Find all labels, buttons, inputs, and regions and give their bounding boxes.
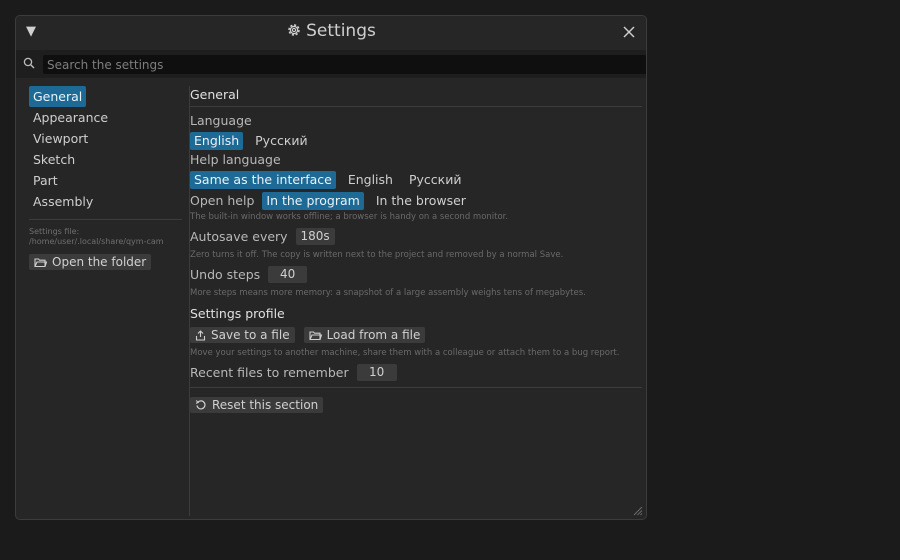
- save-to-file-button[interactable]: Save to a file: [190, 326, 295, 343]
- sidebar-divider: [29, 219, 182, 220]
- reset-divider: [190, 387, 642, 388]
- share-icon: [195, 329, 206, 341]
- reset-section-button[interactable]: Reset this section: [190, 397, 324, 413]
- undo-steps-value-field[interactable]: 40: [268, 266, 308, 283]
- sidebar-item-general[interactable]: General: [29, 86, 87, 107]
- open-help-option-browser[interactable]: In the browser: [372, 192, 470, 210]
- section-divider: [190, 106, 642, 107]
- recent-files-label: Recent files to remember: [190, 364, 349, 380]
- autosave-hint: Zero turns it off. The copy is written n…: [190, 250, 564, 260]
- settings-profile-hint: Move your settings to another machine, s…: [190, 348, 620, 358]
- open-folder-label: Open the folder: [52, 255, 147, 269]
- help-language-options: Same as the interface English Русский: [190, 169, 642, 190]
- window-title: Settings: [16, 21, 646, 41]
- search-input[interactable]: [43, 55, 646, 74]
- section-title: General: [190, 87, 240, 102]
- search-bar: [16, 50, 646, 78]
- undo-steps-row: Undo steps 40: [190, 264, 642, 285]
- settings-profile-buttons: Save to a file Load from a file: [190, 324, 642, 345]
- settings-window: ▼ Settings General Appearance Viewport S…: [15, 15, 647, 520]
- sidebar-item-sketch[interactable]: Sketch: [29, 149, 79, 170]
- recent-files-value-field[interactable]: 10: [356, 364, 397, 381]
- settings-content: General Language English Русский Help la…: [190, 86, 642, 413]
- resize-grip-icon[interactable]: [632, 505, 643, 516]
- reset-section-label: Reset this section: [212, 398, 319, 412]
- language-options: English Русский: [190, 130, 642, 151]
- settings-file-path: /home/user/.local/share/qym-cam: [29, 237, 164, 246]
- save-to-file-label: Save to a file: [211, 327, 290, 342]
- settings-profile-title: Settings profile: [190, 306, 285, 321]
- open-help-label: Open help: [190, 192, 255, 208]
- help-language-label: Help language: [190, 152, 281, 167]
- search-icon: [23, 57, 35, 69]
- autosave-row: Autosave every 180s: [190, 226, 642, 247]
- undo-steps-label: Undo steps: [190, 266, 261, 282]
- open-help-hint: The built-in window works offline; a bro…: [190, 212, 509, 222]
- help-language-option-russian[interactable]: Русский: [405, 171, 465, 189]
- undo-steps-hint: More steps means more memory: a snapshot…: [190, 288, 586, 298]
- help-language-option-english[interactable]: English: [344, 171, 397, 189]
- language-option-russian[interactable]: Русский: [251, 132, 311, 150]
- language-label: Language: [190, 113, 252, 128]
- autosave-label: Autosave every: [190, 228, 288, 244]
- gear-icon: [288, 24, 300, 36]
- window-title-text: Settings: [306, 21, 376, 41]
- settings-file-label: Settings file:: [29, 227, 80, 236]
- close-icon[interactable]: [621, 24, 637, 40]
- sidebar-item-viewport[interactable]: Viewport: [29, 128, 92, 149]
- sidebar-item-part[interactable]: Part: [29, 170, 62, 191]
- title-bar[interactable]: ▼ Settings: [16, 16, 646, 49]
- language-option-english[interactable]: English: [190, 131, 244, 150]
- sidebar-item-appearance[interactable]: Appearance: [29, 107, 112, 128]
- folder-open-icon: [34, 258, 48, 268]
- sidebar-item-assembly[interactable]: Assembly: [29, 191, 97, 212]
- recent-files-row: Recent files to remember 10: [190, 362, 642, 383]
- open-help-row: Open help In the program In the browser: [190, 190, 642, 211]
- autosave-value-field[interactable]: 180s: [295, 228, 335, 245]
- reset-icon: [195, 400, 206, 410]
- folder-open-icon: [309, 330, 322, 340]
- load-from-file-label: Load from a file: [326, 327, 421, 342]
- open-folder-button[interactable]: Open the folder: [29, 254, 152, 270]
- help-language-option-same[interactable]: Same as the interface: [190, 170, 336, 189]
- sidebar: General Appearance Viewport Sketch Part …: [29, 86, 184, 270]
- open-help-option-program[interactable]: In the program: [262, 191, 364, 210]
- load-from-file-button[interactable]: Load from a file: [303, 326, 426, 343]
